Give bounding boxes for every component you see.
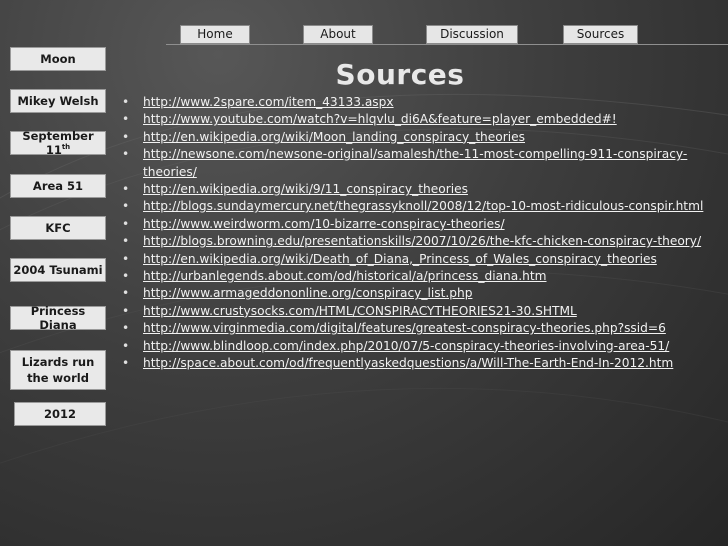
sidebar-item-2012[interactable]: 2012 [14,402,106,426]
source-link[interactable]: http://en.wikipedia.org/wiki/Moon_landin… [143,130,525,144]
page-title: Sources [335,58,465,91]
source-link[interactable]: http://www.crustysocks.com/HTML/CONSPIRA… [143,304,577,318]
list-item: http://www.weirdworm.com/10-bizarre-cons… [122,216,722,234]
tab-discussion[interactable]: Discussion [426,25,518,44]
list-item: http://en.wikipedia.org/wiki/Death_of_Di… [122,251,722,269]
sidebar-item-moon[interactable]: Moon [10,47,106,71]
nav-divider [166,44,728,45]
source-link[interactable]: http://space.about.com/od/frequentlyaske… [143,356,673,370]
source-link[interactable]: http://en.wikipedia.org/wiki/9/11_conspi… [143,182,468,196]
source-link[interactable]: http://www.armageddononline.org/conspira… [143,286,472,300]
sidebar-item-kfc[interactable]: KFC [10,216,106,240]
source-link[interactable]: http://blogs.sundaymercury.net/thegrassy… [143,199,703,213]
source-link[interactable]: http://www.weirdworm.com/10-bizarre-cons… [143,217,505,231]
sidebar-item-princess-diana[interactable]: Princess Diana [10,304,106,332]
source-link[interactable]: http://www.2spare.com/item_43133.aspx [143,95,394,109]
list-item: http://space.about.com/od/frequentlyaske… [122,355,722,373]
source-link[interactable]: http://en.wikipedia.org/wiki/Death_of_Di… [143,252,657,266]
list-item: http://blogs.sundaymercury.net/thegrassy… [122,198,722,216]
list-item: http://newsone.com/newsone-original/sama… [122,146,722,181]
list-item: http://www.armageddononline.org/conspira… [122,285,722,303]
source-link[interactable]: http://urbanlegends.about.com/od/histori… [143,269,547,283]
tab-sources[interactable]: Sources [563,25,638,44]
list-item: http://www.virginmedia.com/digital/featu… [122,320,722,338]
source-link[interactable]: http://blogs.browning.edu/presentationsk… [143,234,701,248]
source-link[interactable]: http://www.youtube.com/watch?v=hlqvlu_di… [143,112,617,126]
sidebar-item-2004-tsunami[interactable]: 2004 Tsunami [10,258,106,282]
list-item: http://www.crustysocks.com/HTML/CONSPIRA… [122,303,722,321]
list-item: http://en.wikipedia.org/wiki/Moon_landin… [122,129,722,147]
list-item: http://en.wikipedia.org/wiki/9/11_conspi… [122,181,722,199]
sidebar-item-september-11th[interactable]: September 11th [10,129,106,157]
list-item: http://urbanlegends.about.com/od/histori… [122,268,722,286]
list-item: http://www.blindloop.com/index.php/2010/… [122,338,722,356]
source-link[interactable]: http://www.blindloop.com/index.php/2010/… [143,339,669,353]
sidebar-item-mikey-welsh[interactable]: Mikey Welsh [10,89,106,113]
source-link[interactable]: http://newsone.com/newsone-original/sama… [143,147,687,178]
tab-home[interactable]: Home [180,25,250,44]
source-link[interactable]: http://www.virginmedia.com/digital/featu… [143,321,666,335]
list-item: http://blogs.browning.edu/presentationsk… [122,233,722,251]
list-item: http://www.youtube.com/watch?v=hlqvlu_di… [122,111,722,129]
sidebar-item-area-51[interactable]: Area 51 [10,174,106,198]
list-item: http://www.2spare.com/item_43133.aspx [122,94,722,112]
sources-list: http://www.2spare.com/item_43133.aspx ht… [122,94,722,373]
tab-about[interactable]: About [303,25,373,44]
sidebar-item-lizards-run-the-world[interactable]: Lizards run the world [10,350,106,390]
